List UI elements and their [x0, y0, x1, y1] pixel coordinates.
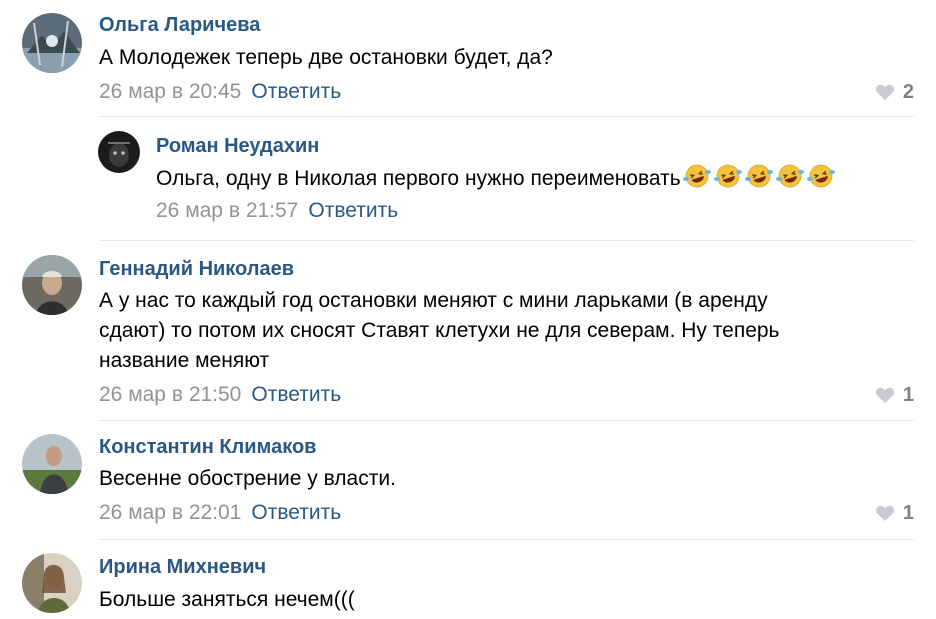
reply-button[interactable]: Ответить	[251, 383, 341, 406]
like-count: 1	[902, 383, 914, 406]
comment-meta: 26 мар в 22:01 Ответить	[99, 500, 341, 526]
comment-text-line: сдают) то потом их сносят Ставят клетухи…	[99, 319, 780, 342]
comment-text: А Молодежек теперь две остановки будет, …	[99, 46, 553, 69]
comment-date[interactable]: 26 мар в 22:01	[99, 501, 241, 524]
avatar[interactable]	[22, 434, 82, 494]
comment-text-line: А у нас то каждый год остановки меняют с…	[99, 289, 768, 312]
comment-meta: 26 мар в 21:57 Ответить	[156, 198, 398, 224]
comment-text: А у нас то каждый год остановки меняют с…	[99, 286, 780, 376]
like-button[interactable]: 2	[875, 79, 914, 105]
author-name[interactable]: Ирина Михневич	[99, 555, 266, 579]
rolling-on-floor-laughing-icon	[806, 163, 836, 198]
author-name[interactable]: Геннадий Николаев	[99, 257, 294, 281]
avatar[interactable]	[22, 13, 82, 73]
author-name[interactable]: Роман Неудахин	[156, 134, 319, 158]
avatar[interactable]	[22, 553, 82, 613]
like-count: 2	[902, 80, 914, 103]
divider	[99, 116, 914, 117]
comment-text-line: название меняют	[99, 349, 270, 372]
rolling-on-floor-laughing-icon	[775, 163, 805, 198]
divider	[99, 420, 914, 421]
emoji-row	[681, 164, 836, 190]
divider	[99, 539, 914, 540]
reply-button[interactable]: Ответить	[251, 80, 341, 103]
comment-meta: 26 мар в 20:45 Ответить	[99, 79, 341, 105]
avatar[interactable]	[22, 255, 82, 315]
heart-icon	[875, 504, 895, 522]
like-count: 1	[902, 501, 914, 524]
comment-text-body: Ольга, одну в Николая первого нужно пере…	[156, 167, 681, 190]
comment-text: Весенне обострение у власти.	[99, 467, 396, 490]
avatar[interactable]	[98, 131, 140, 173]
comment-date[interactable]: 26 мар в 21:57	[156, 199, 298, 222]
like-button[interactable]: 1	[875, 382, 914, 408]
author-name[interactable]: Константин Климаков	[99, 435, 316, 459]
heart-icon	[875, 386, 895, 404]
comment-text: Больше заняться нечем(((	[99, 588, 355, 611]
divider	[99, 240, 914, 241]
comment-date[interactable]: 26 мар в 20:45	[99, 80, 241, 103]
comment-date[interactable]: 26 мар в 21:50	[99, 383, 241, 406]
comment-text: Ольга, одну в Николая первого нужно пере…	[156, 163, 836, 198]
rolling-on-floor-laughing-icon	[682, 163, 712, 198]
reply-button[interactable]: Ответить	[251, 501, 341, 524]
comments-list: Ольга Ларичева А Молодежек теперь две ос…	[0, 0, 936, 619]
heart-icon	[875, 83, 895, 101]
comment-meta: 26 мар в 21:50 Ответить	[99, 382, 341, 408]
author-name[interactable]: Ольга Ларичева	[99, 13, 260, 37]
like-button[interactable]: 1	[875, 500, 914, 526]
reply-button[interactable]: Ответить	[308, 199, 398, 222]
rolling-on-floor-laughing-icon	[744, 163, 774, 198]
rolling-on-floor-laughing-icon	[713, 163, 743, 198]
